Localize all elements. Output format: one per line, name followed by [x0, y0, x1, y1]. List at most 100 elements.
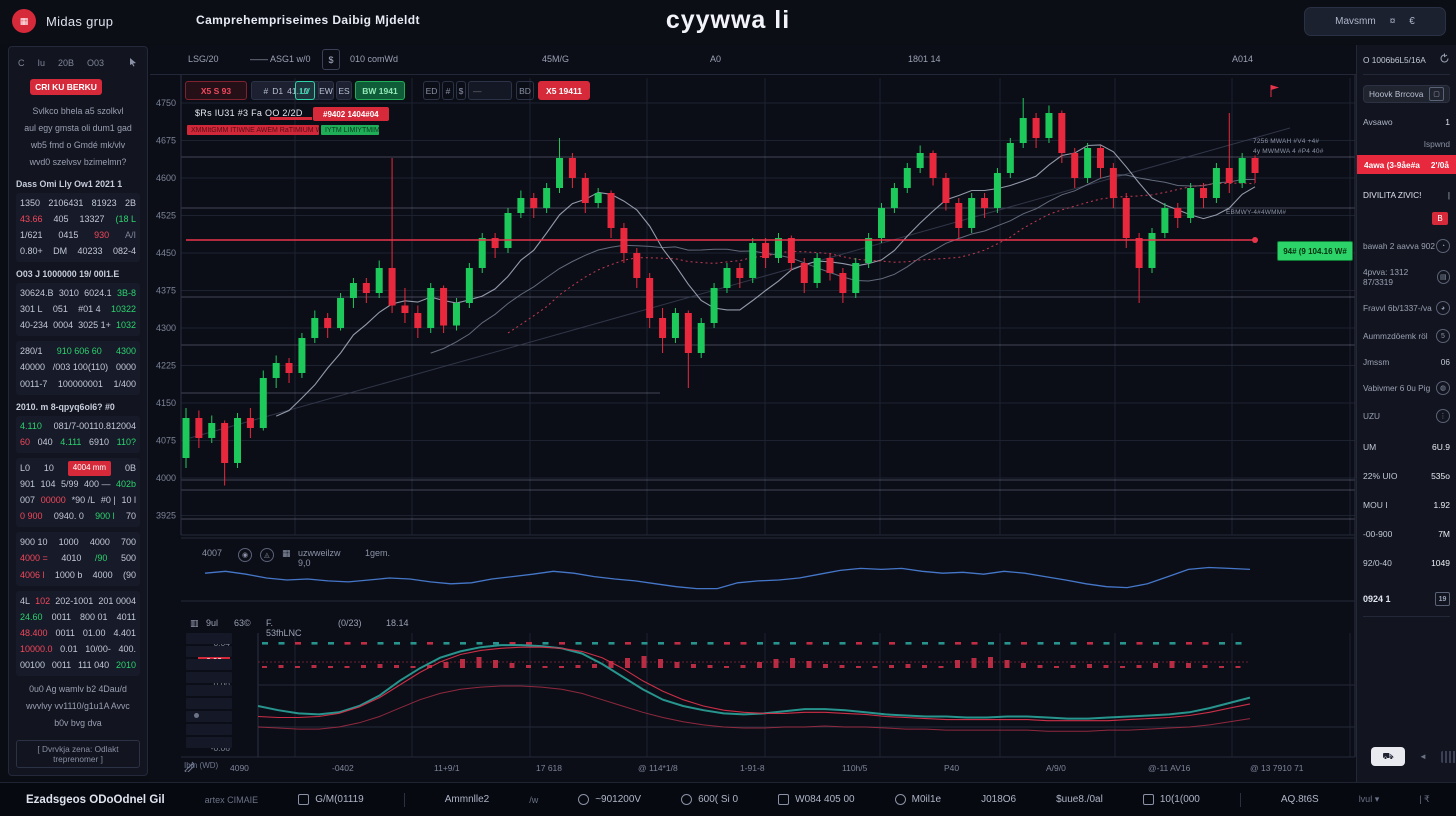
table-row[interactable]: 001000011111 0402010: [20, 658, 136, 673]
bars-icon[interactable]: ▥: [190, 618, 199, 629]
table-row[interactable]: 600404.1116910110?: [20, 435, 136, 450]
table-row[interactable]: 43.6640513327(18 L: [20, 212, 136, 227]
status-item[interactable]: 10(1(000: [1143, 794, 1200, 805]
bd-button[interactable]: BD: [516, 81, 534, 100]
table-row[interactable]: 4.110081/7-00110.812004: [20, 419, 136, 434]
data-table-6[interactable]: 900 10100040007004000 =4010/90500 4006 l1…: [16, 532, 140, 585]
page-title: cyywwa li: [0, 6, 1456, 35]
sidebar-footer-button[interactable]: [ Dvrvkja zena: Odlakt treprenomer ]: [16, 740, 140, 768]
tab-refresh[interactable]: C: [18, 58, 25, 68]
table-row[interactable]: 48.400001101.004.401: [20, 626, 136, 641]
table-row[interactable]: 301 L051#01 410322: [20, 302, 136, 317]
screenshot-button[interactable]: ⛟: [1371, 747, 1405, 766]
svg-text:110h/5: 110h/5: [842, 763, 868, 773]
svg-text:4375: 4375: [156, 286, 176, 296]
tab-o03[interactable]: O03: [87, 58, 104, 68]
tool-list-item[interactable]: Fravvl 6b/1337-/va◕: [1363, 301, 1450, 315]
buy-button[interactable]: BW 1941: [355, 81, 405, 100]
status-item[interactable]: $uue8./0al: [1056, 794, 1103, 805]
tool-list-item[interactable]: bawah 2 aavva 902◔: [1363, 239, 1450, 253]
tab-20b[interactable]: 20B: [58, 58, 74, 68]
svg-text:4075: 4075: [156, 436, 176, 446]
status-item[interactable]: M0il1e: [895, 794, 941, 805]
tool-list-item[interactable]: UZU⋮: [1363, 409, 1450, 423]
toolbar-search[interactable]: [468, 81, 512, 100]
data-table-3[interactable]: 280/1910 606 60430040000/003 100(110)000…: [16, 341, 140, 394]
hash-button[interactable]: #: [442, 81, 454, 100]
table-row[interactable]: 0.80+DM40233082-4: [20, 244, 136, 259]
sell-button[interactable]: X5 19411: [538, 81, 590, 100]
table-row[interactable]: 13502106431819232B: [20, 196, 136, 211]
layout-switcher[interactable]: [1441, 751, 1456, 763]
table-row[interactable]: 9011045/99400 —402b: [20, 477, 136, 492]
table-row[interactable]: 30624.B30106024.13B-8: [20, 286, 136, 301]
status-item[interactable]: /w: [529, 795, 538, 805]
table-row[interactable]: 280/1910 606 604300: [20, 344, 136, 359]
calendar-icon[interactable]: 19: [1435, 592, 1450, 606]
data-table-5[interactable]: L0104004 mm0B9011045/99400 —402b00700000…: [16, 458, 140, 527]
grid-icon[interactable]: ▦: [282, 548, 291, 559]
data-table-4[interactable]: 4.110081/7-00110.812004600404.1116910110…: [16, 416, 140, 453]
status-item[interactable]: lvul ▾: [1359, 794, 1380, 805]
table-row[interactable]: 4L102202-1001201 0004: [20, 594, 136, 609]
tool-list-item[interactable]: Jmssm06: [1363, 357, 1450, 367]
target-price-tag[interactable]: 94# (9 104.16 W#: [1277, 241, 1353, 261]
dollar-button[interactable]: $: [456, 81, 466, 100]
tool-list-item[interactable]: Vabivmer 6 0u Pig◍: [1363, 381, 1450, 395]
indicator2-params: (0/23): [338, 618, 362, 628]
table-row[interactable]: 0 9000940. 0900 l70: [20, 509, 136, 524]
refresh-icon[interactable]: [1439, 53, 1450, 66]
status-item[interactable]: Ammnlle2: [445, 794, 489, 805]
bell-icon[interactable]: ¤: [1390, 16, 1396, 27]
indicator2-name[interactable]: 9ul: [206, 618, 218, 628]
eye-icon[interactable]: ◉: [238, 548, 252, 562]
info-range: —— ASG1 w/0: [250, 54, 311, 64]
lv-button[interactable]: LV: [295, 81, 315, 100]
indicator1-name[interactable]: 4007: [202, 548, 222, 558]
price-box[interactable]: X5 S 93: [185, 81, 247, 100]
status-item[interactable]: W084 405 00: [778, 794, 855, 805]
table-row[interactable]: 900 1010004000700: [20, 535, 136, 550]
main-chart[interactable]: 4750467546004525445043754300422541504075…: [150, 45, 1356, 782]
search-input[interactable]: [469, 82, 511, 99]
ed-button[interactable]: ED: [423, 81, 440, 100]
tool-list-item[interactable]: 4pvva: 1312 87/3319▤: [1363, 267, 1450, 287]
text-line: wvd0 szelvsv bzimelmn?: [16, 154, 140, 171]
sidebar-action-button[interactable]: CRI KU BERKU: [30, 79, 102, 95]
table-row[interactable]: 40-23400043025 1+1032: [20, 318, 136, 333]
pin-icon[interactable]: ◄: [1419, 752, 1427, 761]
status-item[interactable]: AQ.8t6S: [1281, 794, 1319, 805]
tool-list-item[interactable]: Aummzdöemk röl5: [1363, 329, 1450, 343]
status-item[interactable]: ~901200V: [578, 794, 641, 805]
alert-pill[interactable]: #9402 1404#04: [313, 107, 389, 121]
table-row[interactable]: 24.600011800 014011: [20, 610, 136, 625]
status-item[interactable]: Ezadsgeos ODoOdnel Gil: [26, 794, 165, 806]
tab-list[interactable]: Iu: [38, 58, 46, 68]
status-item[interactable]: artex CIMAIE: [205, 795, 259, 805]
status-item[interactable]: J018O6: [981, 794, 1016, 805]
status-item[interactable]: G/M(01119: [298, 794, 364, 805]
table-row[interactable]: 10000.00.0110/00-400.: [20, 642, 136, 657]
header-menu-button[interactable]: Mavsmm ¤ €: [1304, 7, 1446, 36]
table-row[interactable]: 40000/003 100(110)0000: [20, 360, 136, 375]
table-row[interactable]: 00700000*90 /L#0 |10 l: [20, 493, 136, 508]
copy-icon[interactable]: ▢: [1429, 87, 1444, 101]
currency-box-icon[interactable]: $: [322, 49, 340, 70]
currency-icon[interactable]: €: [1409, 16, 1415, 27]
es-button[interactable]: ES: [336, 81, 352, 100]
table-row[interactable]: 4006 l1000 b4000(90: [20, 568, 136, 583]
table-row[interactable]: 1/6210415930A/I: [20, 228, 136, 243]
account-select[interactable]: Hoovk Brrcova ▢: [1363, 85, 1450, 103]
ew-button[interactable]: EW: [318, 81, 334, 100]
settings-circle-icon[interactable]: ◬: [260, 548, 274, 562]
data-table-7[interactable]: 4L102202-1001201 000424.600011800 014011…: [16, 591, 140, 677]
status-item[interactable]: | ₹: [1419, 794, 1430, 805]
data-table-1[interactable]: 13502106431819232B43.6640513327(18 L1/62…: [16, 193, 140, 262]
status-item[interactable]: 600( Si 0: [681, 794, 738, 805]
table-row[interactable]: L0104004 mm0B: [20, 461, 136, 476]
table-row[interactable]: 0011-71000000011/400: [20, 377, 136, 392]
info-symbol[interactable]: LSG/20: [188, 54, 219, 64]
table-row[interactable]: 4000 =4010/90500: [20, 551, 136, 566]
alert-row[interactable]: 4awa (3-9åe#a2'/0å: [1357, 155, 1456, 174]
data-table-2[interactable]: 30624.B30106024.13B-8301 L051#01 4103224…: [16, 283, 140, 336]
